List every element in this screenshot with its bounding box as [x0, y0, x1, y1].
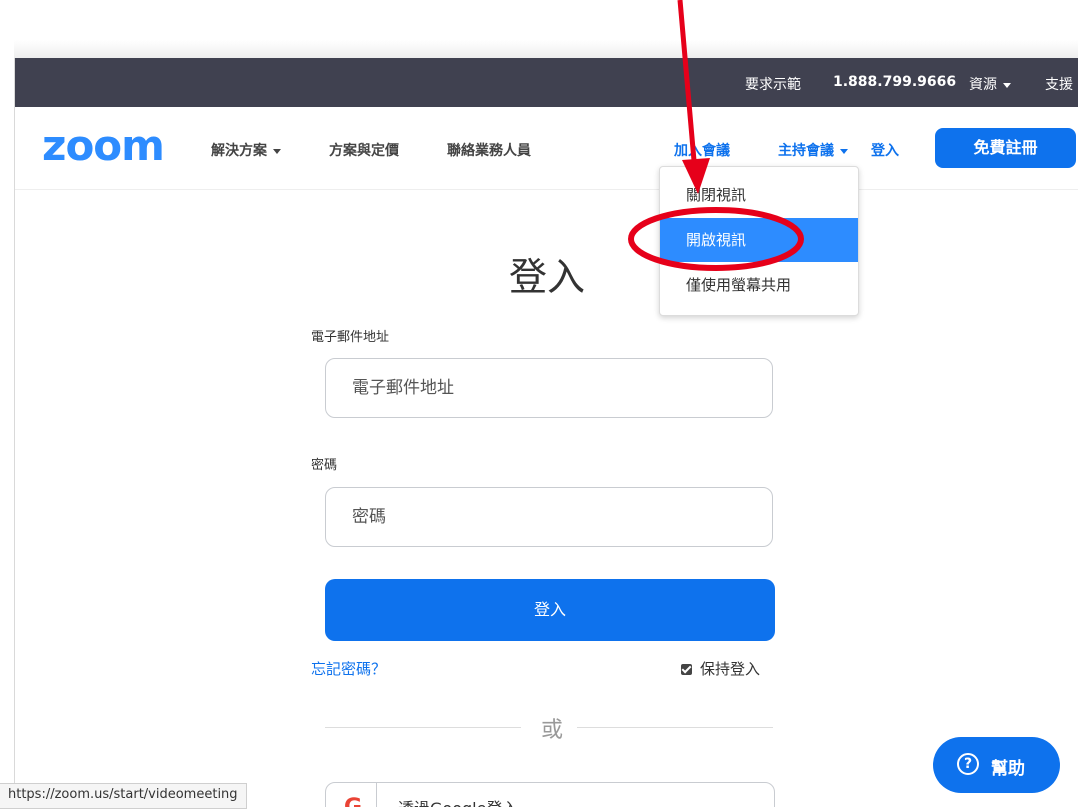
question-icon: ? [957, 753, 979, 775]
solutions-menu[interactable]: 解決方案 [211, 140, 281, 160]
keep-signed-in-checkbox[interactable]: 保持登入 [681, 658, 760, 679]
help-button[interactable]: ? 幫助 [933, 737, 1060, 793]
google-icon: G [344, 795, 362, 807]
chevron-down-icon [1003, 82, 1011, 88]
top-bar: 要求示範 1.888.799.9666 資源 支援 [15, 58, 1078, 107]
login-button[interactable]: 登入 [325, 579, 775, 641]
checkbox-checked-icon [681, 664, 692, 675]
or-separator: 或 [541, 718, 564, 743]
status-bar-url: https://zoom.us/start/videomeeting [0, 783, 247, 809]
contact-sales-link[interactable]: 聯絡業務人員 [447, 140, 531, 160]
request-demo-link[interactable]: 要求示範 [745, 74, 801, 94]
zoom-logo[interactable]: zoom [42, 124, 165, 168]
solutions-label: 解決方案 [211, 143, 267, 159]
divider-right [577, 727, 773, 728]
host-meeting-dropdown: 關閉視訊 開啟視訊 僅使用螢幕共用 [659, 166, 859, 316]
button-divider [376, 783, 377, 807]
browser-page: 要求示範 1.888.799.9666 資源 支援 zoom 解決方案 方案與定… [14, 58, 1078, 807]
email-field[interactable]: 電子郵件地址 [325, 358, 773, 418]
menu-item-screen-share-only[interactable]: 僅使用螢幕共用 [660, 263, 858, 307]
google-signin-label: 透過Google登入 [398, 795, 518, 807]
email-label: 電子郵件地址 [311, 330, 390, 345]
help-label: 幫助 [991, 759, 1025, 779]
resources-label: 資源 [969, 77, 997, 93]
resources-menu[interactable]: 資源 [969, 74, 1011, 94]
keep-signed-in-label: 保持登入 [700, 660, 761, 678]
host-meeting-label: 主持會議 [778, 143, 834, 159]
menu-item-video-off[interactable]: 關閉視訊 [660, 173, 858, 217]
chevron-down-icon [273, 148, 281, 154]
password-label: 密碼 [311, 458, 338, 473]
password-field[interactable]: 密碼 [325, 487, 773, 547]
host-meeting-menu[interactable]: 主持會議 [778, 140, 848, 160]
support-link[interactable]: 支援 [1045, 74, 1073, 94]
window-edge [14, 40, 1078, 58]
sign-in-link[interactable]: 登入 [871, 140, 899, 160]
phone-number[interactable]: 1.888.799.9666 [833, 74, 956, 90]
chevron-down-icon [840, 148, 848, 154]
main-nav: zoom 解決方案 方案與定價 聯絡業務人員 加入會議 主持會議 登入 免費註冊 [15, 107, 1078, 190]
divider-left [325, 727, 521, 728]
page-title: 登入 [508, 255, 585, 299]
join-meeting-link[interactable]: 加入會議 [674, 140, 730, 160]
forgot-password-link[interactable]: 忘記密碼？ [311, 658, 386, 679]
google-signin-button[interactable]: G 透過Google登入 [325, 782, 775, 807]
menu-item-video-on[interactable]: 開啟視訊 [660, 218, 858, 262]
sign-up-free-button[interactable]: 免費註冊 [935, 128, 1076, 168]
plans-pricing-link[interactable]: 方案與定價 [329, 140, 399, 160]
